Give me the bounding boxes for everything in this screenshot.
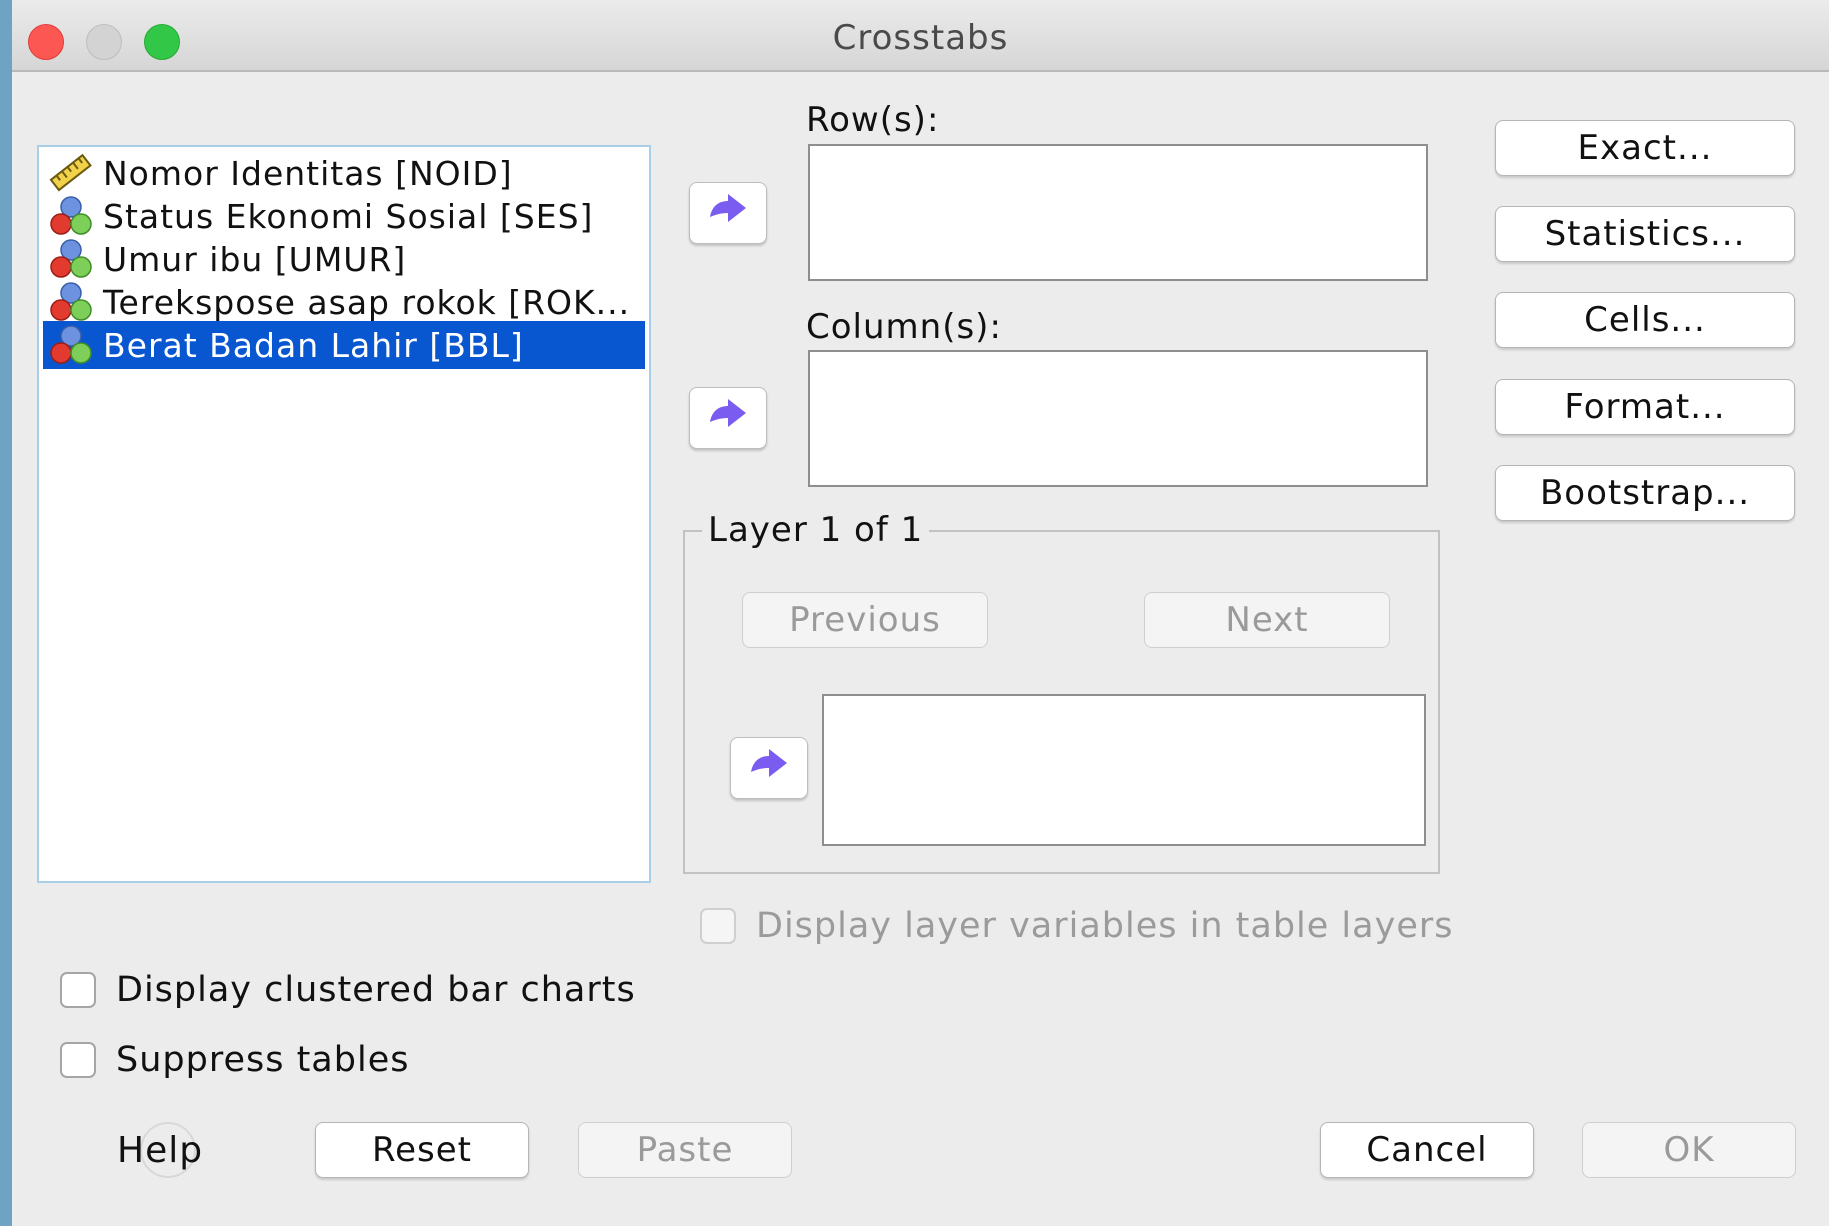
statistics-button[interactable]: Statistics...: [1495, 206, 1795, 262]
display-layer-variables-checkbox[interactable]: [700, 908, 736, 944]
ok-button[interactable]: OK: [1582, 1122, 1796, 1178]
cancel-button[interactable]: Cancel: [1320, 1122, 1534, 1178]
rows-label: Row(s):: [806, 100, 940, 140]
crosstabs-dialog: Crosstabs Nomor Identitas [NOID] Status …: [12, 0, 1829, 1226]
rows-target-list[interactable]: [808, 144, 1428, 281]
move-to-columns-button[interactable]: [689, 387, 767, 449]
variable-label: Nomor Identitas [NOID]: [103, 153, 513, 193]
variable-label: Status Ekonomi Sosial [SES]: [103, 196, 594, 236]
nominal-variable-icon: [43, 192, 99, 240]
clustered-bar-label: Display clustered bar charts: [116, 970, 636, 1010]
right-arrow-icon: [747, 746, 791, 790]
previous-layer-button[interactable]: Previous: [742, 592, 988, 648]
title-bar: Crosstabs: [12, 0, 1829, 72]
paste-button[interactable]: Paste: [578, 1122, 792, 1178]
columns-target-list[interactable]: [808, 350, 1428, 487]
variable-label: Terekspose asap rokok [ROK...: [103, 282, 631, 322]
variable-item-rok[interactable]: Terekspose asap rokok [ROK...: [43, 278, 645, 326]
exact-button[interactable]: Exact...: [1495, 120, 1795, 176]
display-layer-variables-label: Display layer variables in table layers: [756, 906, 1454, 946]
variable-item-umur[interactable]: Umur ibu [UMUR]: [43, 235, 645, 283]
variable-item-noid[interactable]: Nomor Identitas [NOID]: [43, 149, 645, 197]
suppress-tables-checkbox[interactable]: [60, 1042, 96, 1078]
variable-label: Umur ibu [UMUR]: [103, 239, 407, 279]
layer-title: Layer 1 of 1: [702, 510, 930, 550]
variable-label: Berat Badan Lahir [BBL]: [103, 325, 524, 365]
clustered-bar-option[interactable]: Display clustered bar charts: [60, 970, 636, 1010]
scale-ruler-icon: [43, 149, 99, 197]
variable-item-bbl[interactable]: Berat Badan Lahir [BBL]: [43, 321, 645, 369]
format-button[interactable]: Format...: [1495, 379, 1795, 435]
variable-item-ses[interactable]: Status Ekonomi Sosial [SES]: [43, 192, 645, 240]
variable-list[interactable]: Nomor Identitas [NOID] Status Ekonomi So…: [37, 145, 651, 883]
move-to-rows-button[interactable]: [689, 182, 767, 244]
suppress-tables-option[interactable]: Suppress tables: [60, 1040, 409, 1080]
display-layer-variables-option[interactable]: Display layer variables in table layers: [700, 906, 1453, 946]
right-arrow-icon: [706, 396, 750, 440]
right-arrow-icon: [706, 191, 750, 235]
move-to-layer-button[interactable]: [730, 737, 808, 799]
window-title: Crosstabs: [832, 18, 1009, 58]
layer-target-list[interactable]: [822, 694, 1426, 846]
nominal-variable-icon: [43, 278, 99, 326]
clustered-bar-checkbox[interactable]: [60, 972, 96, 1008]
bootstrap-button[interactable]: Bootstrap...: [1495, 465, 1795, 521]
reset-button[interactable]: Reset: [315, 1122, 529, 1178]
nominal-variable-icon: [43, 321, 99, 369]
next-layer-button[interactable]: Next: [1144, 592, 1390, 648]
nominal-variable-icon: [43, 235, 99, 283]
suppress-tables-label: Suppress tables: [116, 1040, 410, 1080]
help-button[interactable]: Help: [117, 1130, 203, 1171]
columns-label: Column(s):: [806, 307, 1002, 347]
cells-button[interactable]: Cells...: [1495, 292, 1795, 348]
